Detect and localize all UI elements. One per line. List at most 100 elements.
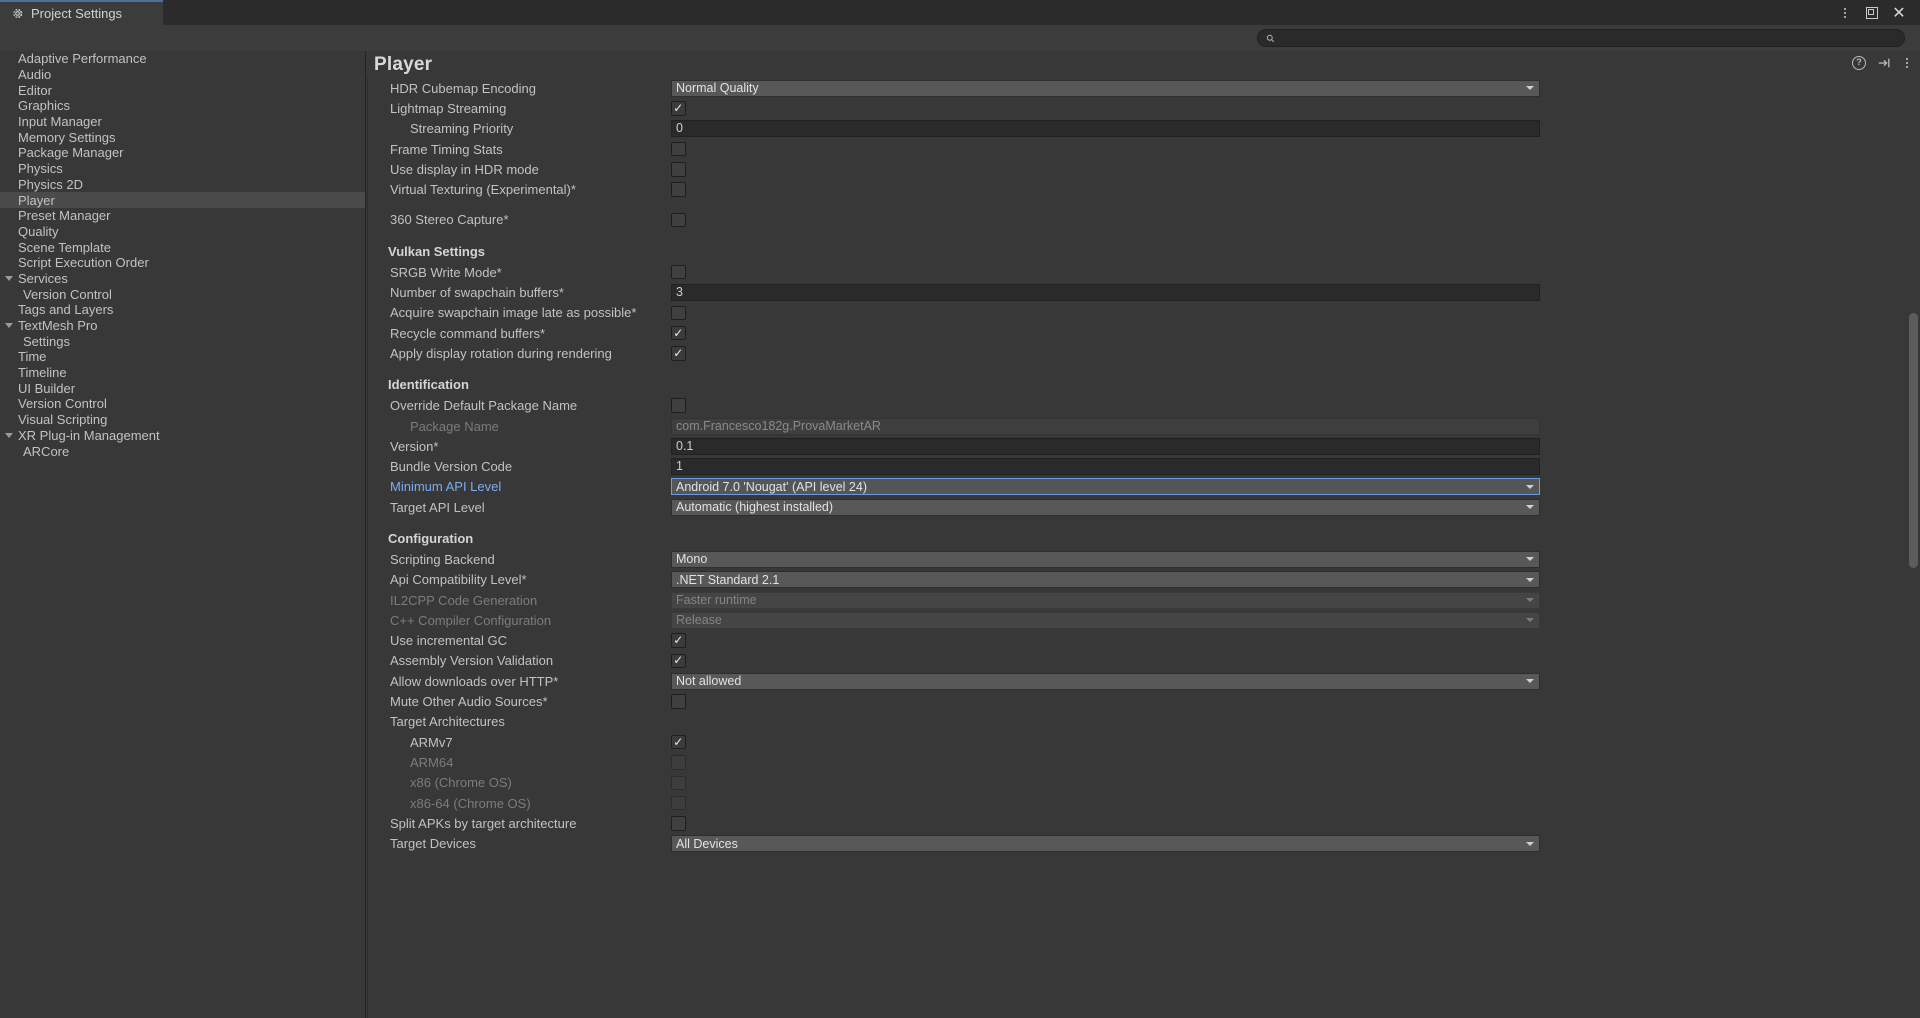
setting-label: Virtual Texturing (Experimental)* bbox=[390, 182, 576, 198]
checkbox-apply-display-rotation-during-rendering[interactable] bbox=[671, 346, 686, 361]
setting-label: Use incremental GC bbox=[390, 633, 508, 649]
checkbox-lightmap-streaming[interactable] bbox=[671, 101, 686, 116]
setting-label: 360 Stereo Capture* bbox=[390, 212, 509, 228]
text-input-number-of-swapchain-buffers[interactable]: 3 bbox=[671, 284, 1540, 302]
text-input-bundle-version-code[interactable]: 1 bbox=[671, 458, 1540, 476]
dropdown-allow-downloads-over-http[interactable]: Not allowed bbox=[671, 672, 1540, 690]
setting-row-acquire-swapchain-image-late-as-possible: Acquire swapchain image late as possible… bbox=[368, 303, 1920, 323]
setting-label: Target Devices bbox=[390, 836, 476, 852]
sidebar-item-xr-plug-in-management[interactable]: XR Plug-in Management bbox=[0, 428, 365, 444]
settings-category-sidebar[interactable]: Adaptive Performance Audio Editor Graphics I… bbox=[0, 51, 366, 1018]
sidebar-item-label: Preset Manager bbox=[18, 208, 111, 224]
setting-label: Mute Other Audio Sources* bbox=[390, 694, 548, 710]
sidebar-item-label: Memory Settings bbox=[18, 129, 116, 145]
sidebar-item-ui-builder[interactable]: UI Builder bbox=[0, 380, 365, 396]
text-input-streaming-priority[interactable]: 0 bbox=[671, 120, 1540, 138]
checkbox-use-display-in-hdr-mode[interactable] bbox=[671, 162, 686, 177]
dropdown-minimum-api-level[interactable]: Android 7.0 'Nougat' (API level 24) bbox=[671, 478, 1540, 496]
sidebar-item-textmesh-pro[interactable]: TextMesh Pro bbox=[0, 318, 365, 334]
chevron-down-icon bbox=[1526, 557, 1534, 562]
dropdown-value: Automatic (highest installed) bbox=[676, 500, 834, 515]
checkbox-assembly-version-validation[interactable] bbox=[671, 653, 686, 669]
setting-row-srgb-write-mode: SRGB Write Mode* bbox=[368, 262, 1920, 282]
sidebar-item-memory-settings[interactable]: Memory Settings bbox=[0, 129, 365, 145]
dropdown-api-compatibility-level[interactable]: .NET Standard 2.1 bbox=[671, 571, 1540, 589]
chevron-down-icon[interactable] bbox=[2, 432, 15, 438]
sidebar-item-quality[interactable]: Quality bbox=[0, 224, 365, 240]
setting-label: C++ Compiler Configuration bbox=[390, 612, 552, 628]
setting-label: Package Name bbox=[410, 418, 499, 434]
sidebar-item-services[interactable]: Services bbox=[0, 271, 365, 287]
setting-label: Target Architectures bbox=[390, 714, 505, 730]
text-input-package-name: com.Francesco182g.ProvaMarketAR bbox=[671, 417, 1540, 435]
sidebar-item-visual-scripting[interactable]: Visual Scripting bbox=[0, 412, 365, 428]
sidebar-item-label: Scene Template bbox=[18, 239, 111, 255]
checkbox-acquire-swapchain-image-late-as-possible[interactable] bbox=[671, 305, 686, 321]
setting-control-wrap: Automatic (highest installed) bbox=[671, 498, 1920, 516]
vertical-scrollbar[interactable] bbox=[1907, 78, 1920, 1018]
dropdown-hdr-cubemap-encoding[interactable]: Normal Quality bbox=[671, 79, 1540, 97]
sidebar-item-version-control[interactable]: Version Control bbox=[0, 396, 365, 412]
dropdown-value: .NET Standard 2.1 bbox=[676, 572, 780, 587]
sidebar-item-tags-and-layers[interactable]: Tags and Layers bbox=[0, 302, 365, 318]
checkbox-frame-timing-stats[interactable] bbox=[671, 141, 686, 157]
text-input-version[interactable]: 0.1 bbox=[671, 437, 1540, 455]
sidebar-item-arcore[interactable]: ARCore bbox=[0, 443, 365, 459]
setting-control-wrap: 1 bbox=[671, 458, 1920, 476]
sidebar-item-physics-2d[interactable]: Physics 2D bbox=[0, 177, 365, 193]
sidebar-item-label: UI Builder bbox=[18, 380, 76, 396]
dropdown-target-devices[interactable]: All Devices bbox=[671, 835, 1540, 853]
dropdown-value: Not allowed bbox=[676, 674, 742, 689]
tab-project-settings[interactable]: Project Settings bbox=[0, 0, 163, 25]
sidebar-item-timeline[interactable]: Timeline bbox=[0, 365, 365, 381]
maximize-icon[interactable] bbox=[1860, 0, 1884, 25]
sidebar-item-script-execution-order[interactable]: Script Execution Order bbox=[0, 255, 365, 271]
setting-control-wrap bbox=[671, 816, 1920, 831]
sidebar-item-graphics[interactable]: Graphics bbox=[0, 98, 365, 114]
sidebar-item-preset-manager[interactable]: Preset Manager bbox=[0, 208, 365, 224]
more-options-icon[interactable] bbox=[1902, 56, 1912, 70]
checkbox-360-stereo-capture[interactable] bbox=[671, 212, 686, 228]
checkbox-split-apks-by-target-architecture[interactable] bbox=[671, 816, 686, 831]
sidebar-item-player[interactable]: Player bbox=[0, 192, 365, 208]
search-field[interactable] bbox=[1257, 29, 1905, 47]
checkbox-use-incremental-gc[interactable] bbox=[671, 633, 686, 648]
setting-row-armv7: ARMv7 bbox=[368, 732, 1920, 752]
checkbox-mute-other-audio-sources[interactable] bbox=[671, 694, 686, 709]
sidebar-item-settings[interactable]: Settings bbox=[0, 333, 365, 349]
setting-label: Minimum API Level bbox=[390, 479, 502, 495]
search-input[interactable] bbox=[1280, 30, 1880, 46]
preset-icon[interactable] bbox=[1877, 56, 1891, 70]
dropdown-scripting-backend[interactable]: Mono bbox=[671, 550, 1540, 568]
help-icon[interactable]: ? bbox=[1852, 56, 1866, 70]
sidebar-item-time[interactable]: Time bbox=[0, 349, 365, 365]
sidebar-item-scene-template[interactable]: Scene Template bbox=[0, 239, 365, 255]
sidebar-item-adaptive-performance[interactable]: Adaptive Performance bbox=[0, 51, 365, 67]
checkbox-arm64 bbox=[671, 755, 686, 770]
checkbox-srgb-write-mode[interactable] bbox=[671, 264, 686, 280]
section-header: Configuration bbox=[388, 530, 474, 546]
sidebar-item-label: ARCore bbox=[23, 443, 70, 459]
sidebar-item-input-manager[interactable]: Input Manager bbox=[0, 114, 365, 130]
sidebar-item-version-control[interactable]: Version Control bbox=[0, 286, 365, 302]
setting-row-mute-other-audio-sources: Mute Other Audio Sources* bbox=[368, 691, 1920, 711]
dropdown-target-api-level[interactable]: Automatic (highest installed) bbox=[671, 498, 1540, 516]
scrollbar-thumb[interactable] bbox=[1909, 313, 1918, 568]
chevron-down-icon[interactable] bbox=[2, 323, 15, 329]
sidebar-item-editor[interactable]: Editor bbox=[0, 82, 365, 98]
sidebar-item-package-manager[interactable]: Package Manager bbox=[0, 145, 365, 161]
sidebar-item-audio[interactable]: Audio bbox=[0, 67, 365, 83]
more-options-icon[interactable] bbox=[1833, 0, 1857, 25]
checkbox-armv7[interactable] bbox=[671, 734, 686, 750]
setting-row-virtual-texturing-experimental: Virtual Texturing (Experimental)* bbox=[368, 179, 1920, 199]
sidebar-item-physics[interactable]: Physics bbox=[0, 161, 365, 177]
checkbox-virtual-texturing-experimental[interactable] bbox=[671, 182, 686, 197]
close-icon[interactable]: ✕ bbox=[1887, 0, 1911, 25]
setting-row-use-display-in-hdr-mode: Use display in HDR mode bbox=[368, 159, 1920, 179]
checkbox-override-default-package-name[interactable] bbox=[671, 398, 686, 413]
sidebar-item-label: XR Plug-in Management bbox=[18, 427, 160, 443]
setting-row-bundle-version-code: Bundle Version Code 1 bbox=[368, 456, 1920, 476]
dropdown-c-compiler-configuration: Release bbox=[671, 611, 1540, 629]
checkbox-recycle-command-buffers[interactable] bbox=[671, 325, 686, 341]
chevron-down-icon[interactable] bbox=[2, 275, 15, 281]
